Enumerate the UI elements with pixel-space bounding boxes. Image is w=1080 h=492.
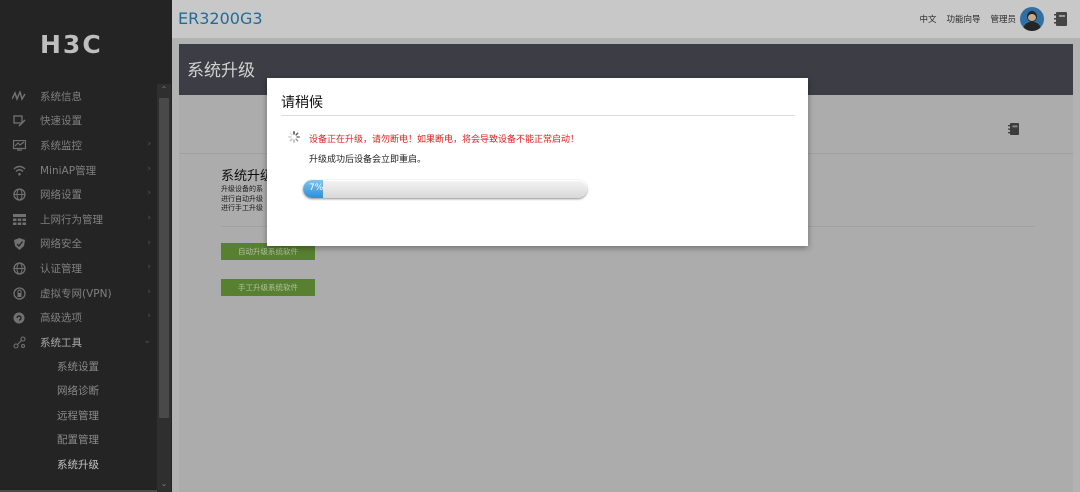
loading-spinner-icon — [288, 131, 300, 143]
upgrade-progress-bar: 7% — [303, 180, 587, 198]
upgrade-progress-dialog: 请稍候 设备正在升级，请勿断电！如果断电，将会导致设备不能正常启动！ 升级成功后… — [267, 78, 808, 246]
progress-label: 7% — [309, 183, 324, 193]
upgrade-warning: 设备正在升级，请勿断电！如果断电，将会导致设备不能正常启动！ — [309, 135, 580, 145]
divider — [281, 115, 795, 116]
upgrade-info: 升级成功后设备会立即重启。 — [309, 155, 427, 165]
dialog-title: 请稍候 — [281, 95, 323, 111]
modal-overlay — [0, 0, 1080, 492]
